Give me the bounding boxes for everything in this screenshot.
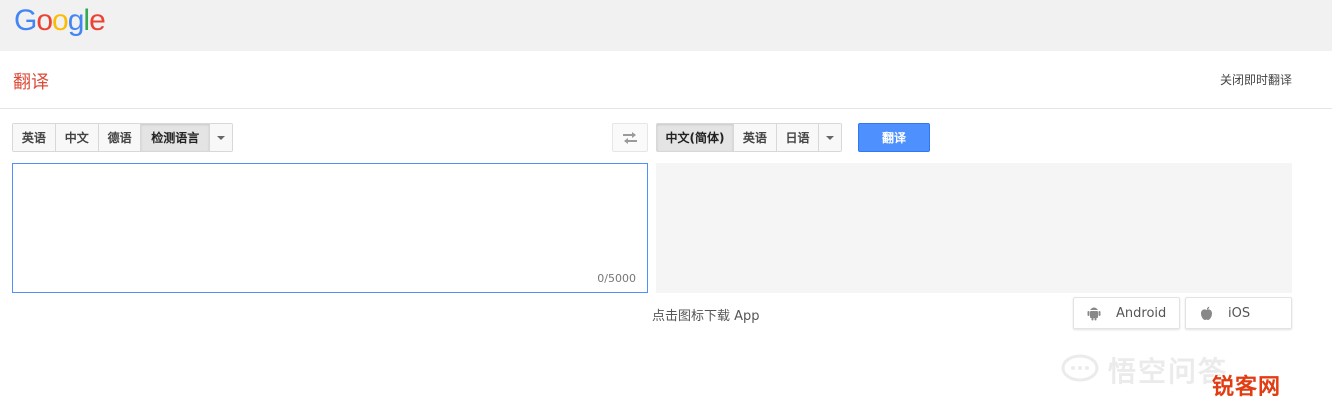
chat-bubble-icon (1061, 354, 1099, 382)
source-lang-detect[interactable]: 检测语言 (141, 124, 211, 151)
source-lang-german[interactable]: 德语 (98, 124, 142, 151)
swap-languages-button[interactable] (612, 123, 648, 152)
app-download-hint: 点击图标下载 App (652, 309, 760, 324)
logo-letter: G (14, 4, 37, 37)
source-language-bar: 英语 中文 德语 检测语言 (12, 123, 233, 152)
source-lang-english[interactable]: 英语 (13, 124, 56, 151)
android-app-button[interactable]: Android (1073, 297, 1180, 329)
translation-result-box (656, 163, 1292, 293)
source-text-box: 0/5000 (12, 163, 648, 293)
android-icon (1086, 305, 1102, 321)
logo-letter: e (89, 4, 106, 37)
swap-arrows-icon (623, 131, 637, 144)
target-language-bar: 中文(简体) 英语 日语 (656, 123, 842, 152)
top-bar: Google (0, 0, 1332, 51)
target-lang-dropdown[interactable] (819, 124, 841, 151)
logo-letter: g (67, 4, 85, 37)
logo-letter: o (36, 4, 53, 37)
ios-label: iOS (1228, 305, 1251, 321)
watermark-text: 悟空问答 (1108, 355, 1229, 388)
target-lang-japanese[interactable]: 日语 (776, 124, 820, 151)
target-lang-english[interactable]: 英语 (734, 124, 777, 151)
google-logo[interactable]: Google (14, 4, 106, 38)
page-title: 翻译 (13, 72, 49, 93)
chevron-down-icon (217, 135, 226, 140)
android-label: Android (1116, 305, 1167, 321)
source-text-input[interactable] (13, 164, 647, 292)
ios-app-button[interactable]: iOS (1185, 297, 1292, 329)
logo-letter: o (52, 4, 69, 37)
target-lang-chinese-simplified[interactable]: 中文(简体) (657, 124, 735, 151)
source-lang-chinese[interactable]: 中文 (55, 124, 99, 151)
chevron-down-icon (826, 135, 835, 140)
source-lang-dropdown[interactable] (210, 124, 232, 151)
brand-stamp: 锐客网 (1212, 375, 1282, 400)
instant-translate-toggle[interactable]: 关闭即时翻译 (1220, 71, 1292, 88)
title-bar: 翻译 关闭即时翻译 (0, 51, 1332, 109)
apple-icon (1198, 305, 1214, 321)
char-count: 0/5000 (597, 272, 636, 285)
translate-button[interactable]: 翻译 (858, 123, 930, 152)
